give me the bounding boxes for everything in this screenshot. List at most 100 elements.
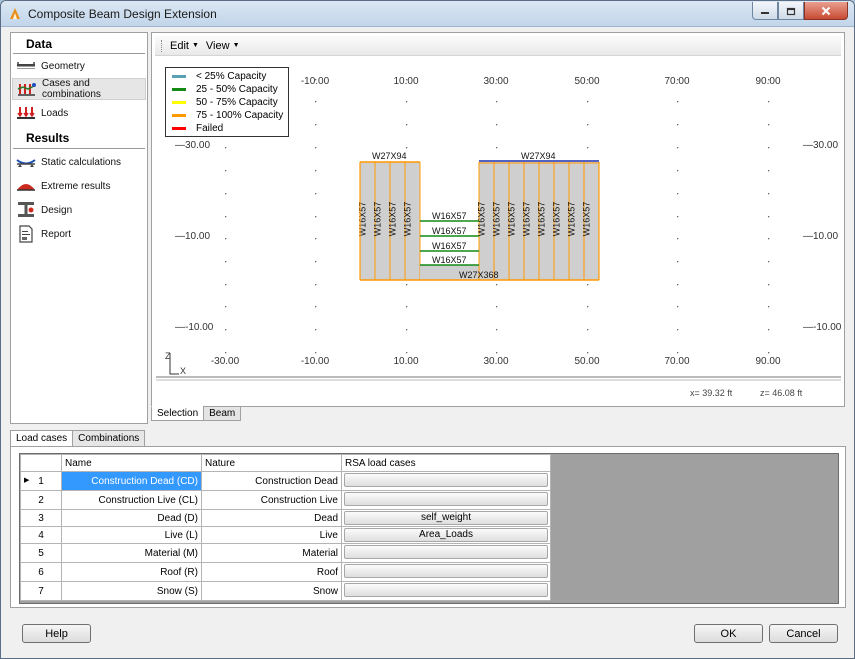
grid-dot — [587, 124, 589, 126]
table-row[interactable]: 2 Construction Live (CL) Construction Live — [20, 490, 551, 510]
name-cell[interactable]: Live (L) — [61, 526, 202, 544]
ok-button[interactable]: OK — [694, 624, 763, 643]
column-label: W16X57 — [373, 202, 383, 237]
rsa-load-case-button[interactable] — [344, 564, 548, 578]
data-header: Data — [26, 37, 53, 51]
grid-dot — [677, 352, 679, 354]
infill-beam-label: W16X57 — [432, 211, 467, 221]
column-header-nature[interactable]: Nature — [201, 454, 342, 472]
help-button[interactable]: Help — [22, 624, 91, 643]
name-cell[interactable]: Construction Live (CL) — [61, 490, 202, 510]
axis-symbol — [169, 353, 179, 375]
x-tick-label: 30.00 — [483, 76, 508, 87]
nature-cell[interactable]: Roof — [201, 562, 342, 582]
name-cell[interactable]: Dead (D) — [61, 509, 202, 527]
table-row[interactable]: 5 Material (M) Material — [20, 543, 551, 563]
tab-combinations[interactable]: Combinations — [72, 430, 146, 446]
nav-item-loads[interactable]: Loads — [12, 102, 146, 124]
rsa-load-case-button[interactable] — [344, 492, 548, 506]
tab-load-cases[interactable]: Load cases — [10, 430, 74, 447]
infill-beam-label: W16X57 — [432, 241, 467, 251]
grid-dot — [768, 170, 770, 172]
name-cell[interactable]: Snow (S) — [61, 581, 202, 601]
grid-dot — [496, 284, 498, 286]
rsa-load-case-button[interactable] — [344, 473, 548, 487]
edit-menu[interactable]: Edit ▼ — [170, 40, 199, 52]
nature-cell[interactable]: Construction Dead — [201, 471, 342, 491]
rsa-load-case-button[interactable]: Area_Loads — [344, 528, 548, 542]
table-row[interactable]: 7 Snow (S) Snow — [20, 581, 551, 601]
nav-item-report[interactable]: Report — [12, 223, 146, 245]
column-label: W16X57 — [358, 202, 368, 237]
nature-cell[interactable]: Construction Live — [201, 490, 342, 510]
table-row[interactable]: 4 Live (L) Live Area_Loads — [20, 526, 551, 544]
grid-dot — [677, 124, 679, 126]
grid-dot — [768, 306, 770, 308]
close-icon — [821, 6, 831, 15]
design-icon — [16, 201, 36, 219]
nav-item-geometry[interactable]: Geometry — [12, 55, 146, 77]
row-number[interactable]: ▶ 1 — [20, 471, 62, 491]
grid-dot — [677, 193, 679, 195]
nature-cell[interactable]: Snow — [201, 581, 342, 601]
column-label: W16X57 — [582, 202, 592, 237]
view-menu[interactable]: View ▼ — [206, 40, 240, 52]
grid-dot — [406, 147, 408, 149]
column-label: W16X57 — [388, 202, 398, 237]
nav-divider — [13, 53, 145, 54]
grid-dot — [768, 284, 770, 286]
table-row[interactable]: ▶ 1 Construction Dead (CD) Construction Dea… — [20, 471, 551, 491]
model-view-panel: Edit ▼ View ▼ -30.00 -10.00 10.00 30.00 50.0… — [151, 32, 845, 407]
legend-swatch — [172, 101, 186, 104]
name-cell[interactable]: Material (M) — [61, 543, 202, 563]
x-tick-label: 30.00 — [483, 356, 508, 367]
load-cases-grid: Name Nature RSA load cases ▶ 1 Constructio… — [19, 453, 839, 604]
row-number[interactable]: 4 — [20, 526, 62, 544]
grid-dot — [768, 124, 770, 126]
grid-dot — [768, 238, 770, 240]
rsa-load-cases-cell: Area_Loads — [341, 526, 551, 544]
nature-cell[interactable]: Material — [201, 543, 342, 563]
row-number[interactable]: 7 — [20, 581, 62, 601]
grid-dot — [496, 306, 498, 308]
name-cell[interactable]: Construction Dead (CD) — [61, 471, 202, 491]
nav-item-extreme-results[interactable]: Extreme results — [12, 175, 146, 197]
tab-beam[interactable]: Beam — [203, 406, 242, 421]
name-cell[interactable]: Roof (R) — [61, 562, 202, 582]
row-number-label: 7 — [38, 585, 44, 597]
cancel-button[interactable]: Cancel — [769, 624, 838, 643]
grid-dot — [587, 147, 589, 149]
tab-selection[interactable]: Selection — [151, 406, 205, 421]
minimize-icon — [761, 11, 769, 14]
minimize-button[interactable] — [752, 2, 778, 20]
grid-dot — [677, 147, 679, 149]
capacity-legend: < 25% Capacity 25 - 50% Capacity 50 - 75… — [165, 67, 289, 137]
row-number[interactable]: 5 — [20, 543, 62, 563]
column-header-rsa-load-cases[interactable]: RSA load cases — [341, 454, 551, 472]
column-header-name[interactable]: Name — [61, 454, 202, 472]
nature-cell[interactable]: Dead — [201, 509, 342, 527]
table-row[interactable]: 6 Roof (R) Roof — [20, 562, 551, 582]
row-number[interactable]: 3 — [20, 509, 62, 527]
row-number[interactable]: 6 — [20, 562, 62, 582]
nav-item-design[interactable]: Design — [12, 199, 146, 221]
close-button[interactable] — [804, 2, 848, 20]
nav-item-cases-and-combinations[interactable]: Cases and combinations — [12, 78, 146, 100]
bottom-beam-label: W27X368 — [459, 270, 499, 280]
legend-label: 50 - 75% Capacity — [196, 97, 278, 108]
grid-dot — [225, 193, 227, 195]
model-canvas[interactable]: -30.00 -10.00 10.00 30.00 50.00 70.00 90.00 -10… — [155, 58, 841, 404]
nav-item-static-calculations[interactable]: Static calculations — [12, 151, 146, 173]
x-tick-label: 10.00 — [393, 356, 418, 367]
rsa-load-case-button[interactable] — [344, 583, 548, 597]
left-nav: Data Geometry Cases and combinations Loa… — [10, 32, 148, 424]
row-number[interactable]: 2 — [20, 490, 62, 510]
infill-beam-label: W16X57 — [432, 226, 467, 236]
table-row[interactable]: 3 Dead (D) Dead self_weight — [20, 509, 551, 527]
nature-cell[interactable]: Live — [201, 526, 342, 544]
column-label: W16X57 — [522, 202, 532, 237]
maximize-button[interactable] — [778, 2, 804, 20]
rsa-load-cases-cell — [341, 581, 551, 601]
rsa-load-case-button[interactable] — [344, 545, 548, 559]
rsa-load-case-button[interactable]: self_weight — [344, 511, 548, 525]
